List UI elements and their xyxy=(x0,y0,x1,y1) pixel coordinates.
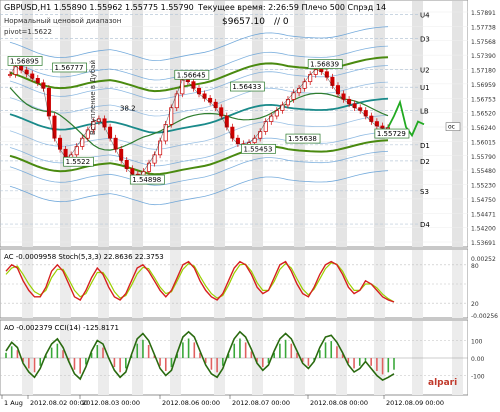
session-band-price xyxy=(294,1,305,247)
time-label: 2012.08.03 00:00 xyxy=(82,399,140,407)
cci-axis-label: 0.00 xyxy=(471,356,485,363)
price-axis-label: 1.57180 xyxy=(471,68,496,75)
range-label: Нормальный ценовой диапазон xyxy=(4,17,121,25)
candle-body xyxy=(174,93,179,109)
price-annotation: 1.56433 xyxy=(232,83,261,91)
price-annotation: 1.56645 xyxy=(177,71,206,79)
zero-label: // 0 xyxy=(274,17,289,27)
price-axis-label: 1.54750 xyxy=(471,197,496,204)
time-label: 1 Aug xyxy=(4,399,23,407)
price-axis-label: 1.57891 xyxy=(471,10,496,17)
pivot-level-label: U1 xyxy=(420,84,430,92)
stoch-axis-label: -0.00256 xyxy=(471,313,498,320)
cci-axis-label: 100 xyxy=(471,339,483,346)
price-axis-label: 1.56015 xyxy=(471,139,496,146)
price-annotation: 1.56895 xyxy=(10,57,39,65)
candle-body xyxy=(230,126,235,139)
price-axis-label: 1.53691 xyxy=(471,240,496,247)
time-label: 2012.08.06 00:00 xyxy=(162,399,220,407)
price-annotation: 1.55729 xyxy=(377,130,406,138)
price-annotation: 1.55638 xyxy=(288,135,317,143)
price-axis-label: 1.57568 xyxy=(471,39,496,46)
price-axis-label: 1.55230 xyxy=(471,183,496,190)
symbol-header: GBPUSD,H1 1.55890 1.55962 1.55775 1.5579… xyxy=(4,3,194,12)
cci-axis-label: -100 xyxy=(471,374,485,381)
candle-body xyxy=(224,115,229,128)
candle-body xyxy=(119,148,124,161)
pivot-label: pivot=1.5622 xyxy=(4,28,52,36)
pivot-level-label: U2 xyxy=(420,66,430,74)
cci-header: AO -0.002379 CCI(14) -125.8171 xyxy=(4,324,119,332)
time-label: 2012.08.08 00:00 xyxy=(310,399,368,407)
stoch-axis-label: 0.00252 xyxy=(471,256,496,263)
time-label: 2012.08.02 00:00 xyxy=(30,399,88,407)
session-band-stoch xyxy=(374,250,385,318)
candle-body xyxy=(13,65,18,75)
price-axis-label: 1.54200 xyxy=(471,226,496,233)
candle-body xyxy=(7,74,13,76)
candle-body xyxy=(80,137,85,147)
price-axis-label: 1.56959 xyxy=(471,82,496,89)
stoch-header: AC -0.0009958 Stoch(5,3,3) 22.8636 22.37… xyxy=(4,253,164,261)
pivot-level-label: D2 xyxy=(420,158,430,166)
chart-canvas[interactable]: U4 D3 U2 U1 LB D1 D2 S3 D4 1.56895 1.56777 1.56645… xyxy=(0,0,500,408)
fib-label: 38.2 xyxy=(120,104,136,112)
time-status: Текущее время: 2:26:59 Плечо 500 Спрэд 1… xyxy=(197,3,386,12)
session-band-price xyxy=(60,1,71,247)
pivot-level-label: S3 xyxy=(420,188,429,196)
price-axis-area xyxy=(468,0,500,408)
price-annotation: 1.54898 xyxy=(132,176,161,184)
price-axis-label: 1.55480 xyxy=(471,168,496,175)
session-band-stoch xyxy=(214,250,225,318)
candle-body xyxy=(52,115,57,139)
price-axis-label: 1.56753 xyxy=(471,96,496,103)
vertical-annotation: Вступление в Дубай xyxy=(89,60,97,135)
pivot-level-label: D4 xyxy=(420,221,430,229)
alpari-watermark: alpari xyxy=(428,378,457,388)
time-label: 2012.08.07 00:00 xyxy=(232,399,290,407)
price-axis-label: 1.56240 xyxy=(471,125,496,132)
stoch-axis-label: 80 xyxy=(471,263,479,270)
balance-label: $9657.10 xyxy=(222,17,265,27)
oc-label: oc xyxy=(448,124,455,131)
pivot-level-label: LB xyxy=(420,107,429,115)
price-annotation: 1.56777 xyxy=(54,64,83,72)
price-annotation: 1.56839 xyxy=(310,61,339,69)
price-axis-label: 1.57390 xyxy=(471,53,496,60)
price-axis-label: 1.54471 xyxy=(471,211,496,218)
time-axis: 1 Aug 2012.08.02 00:002012.08.03 00:00 201… xyxy=(1,395,444,407)
session-band-price xyxy=(214,1,225,247)
candle-body xyxy=(46,87,51,117)
session-band-price xyxy=(22,1,33,247)
stoch-axis-label: 20 xyxy=(471,301,479,308)
pivot-level-label: D3 xyxy=(420,35,430,43)
price-annotation: 1.5522 xyxy=(66,158,91,166)
candle-body xyxy=(108,126,113,139)
price-annotation: 1.55453 xyxy=(243,145,272,153)
chart-window: U4 D3 U2 U1 LB D1 D2 S3 D4 1.56895 1.56777 1.56645… xyxy=(0,0,500,408)
price-axis-label: 1.55790 xyxy=(471,154,496,161)
time-label: 2012.08.09 00:00 xyxy=(386,399,444,407)
price-axis-label: 1.57738 xyxy=(471,24,496,31)
candle-body xyxy=(158,140,163,156)
pivot-level-label: U4 xyxy=(420,12,430,20)
pivot-level-label: D1 xyxy=(420,142,430,150)
session-band-price xyxy=(132,1,143,247)
price-axis-label: 1.56520 xyxy=(471,111,496,118)
